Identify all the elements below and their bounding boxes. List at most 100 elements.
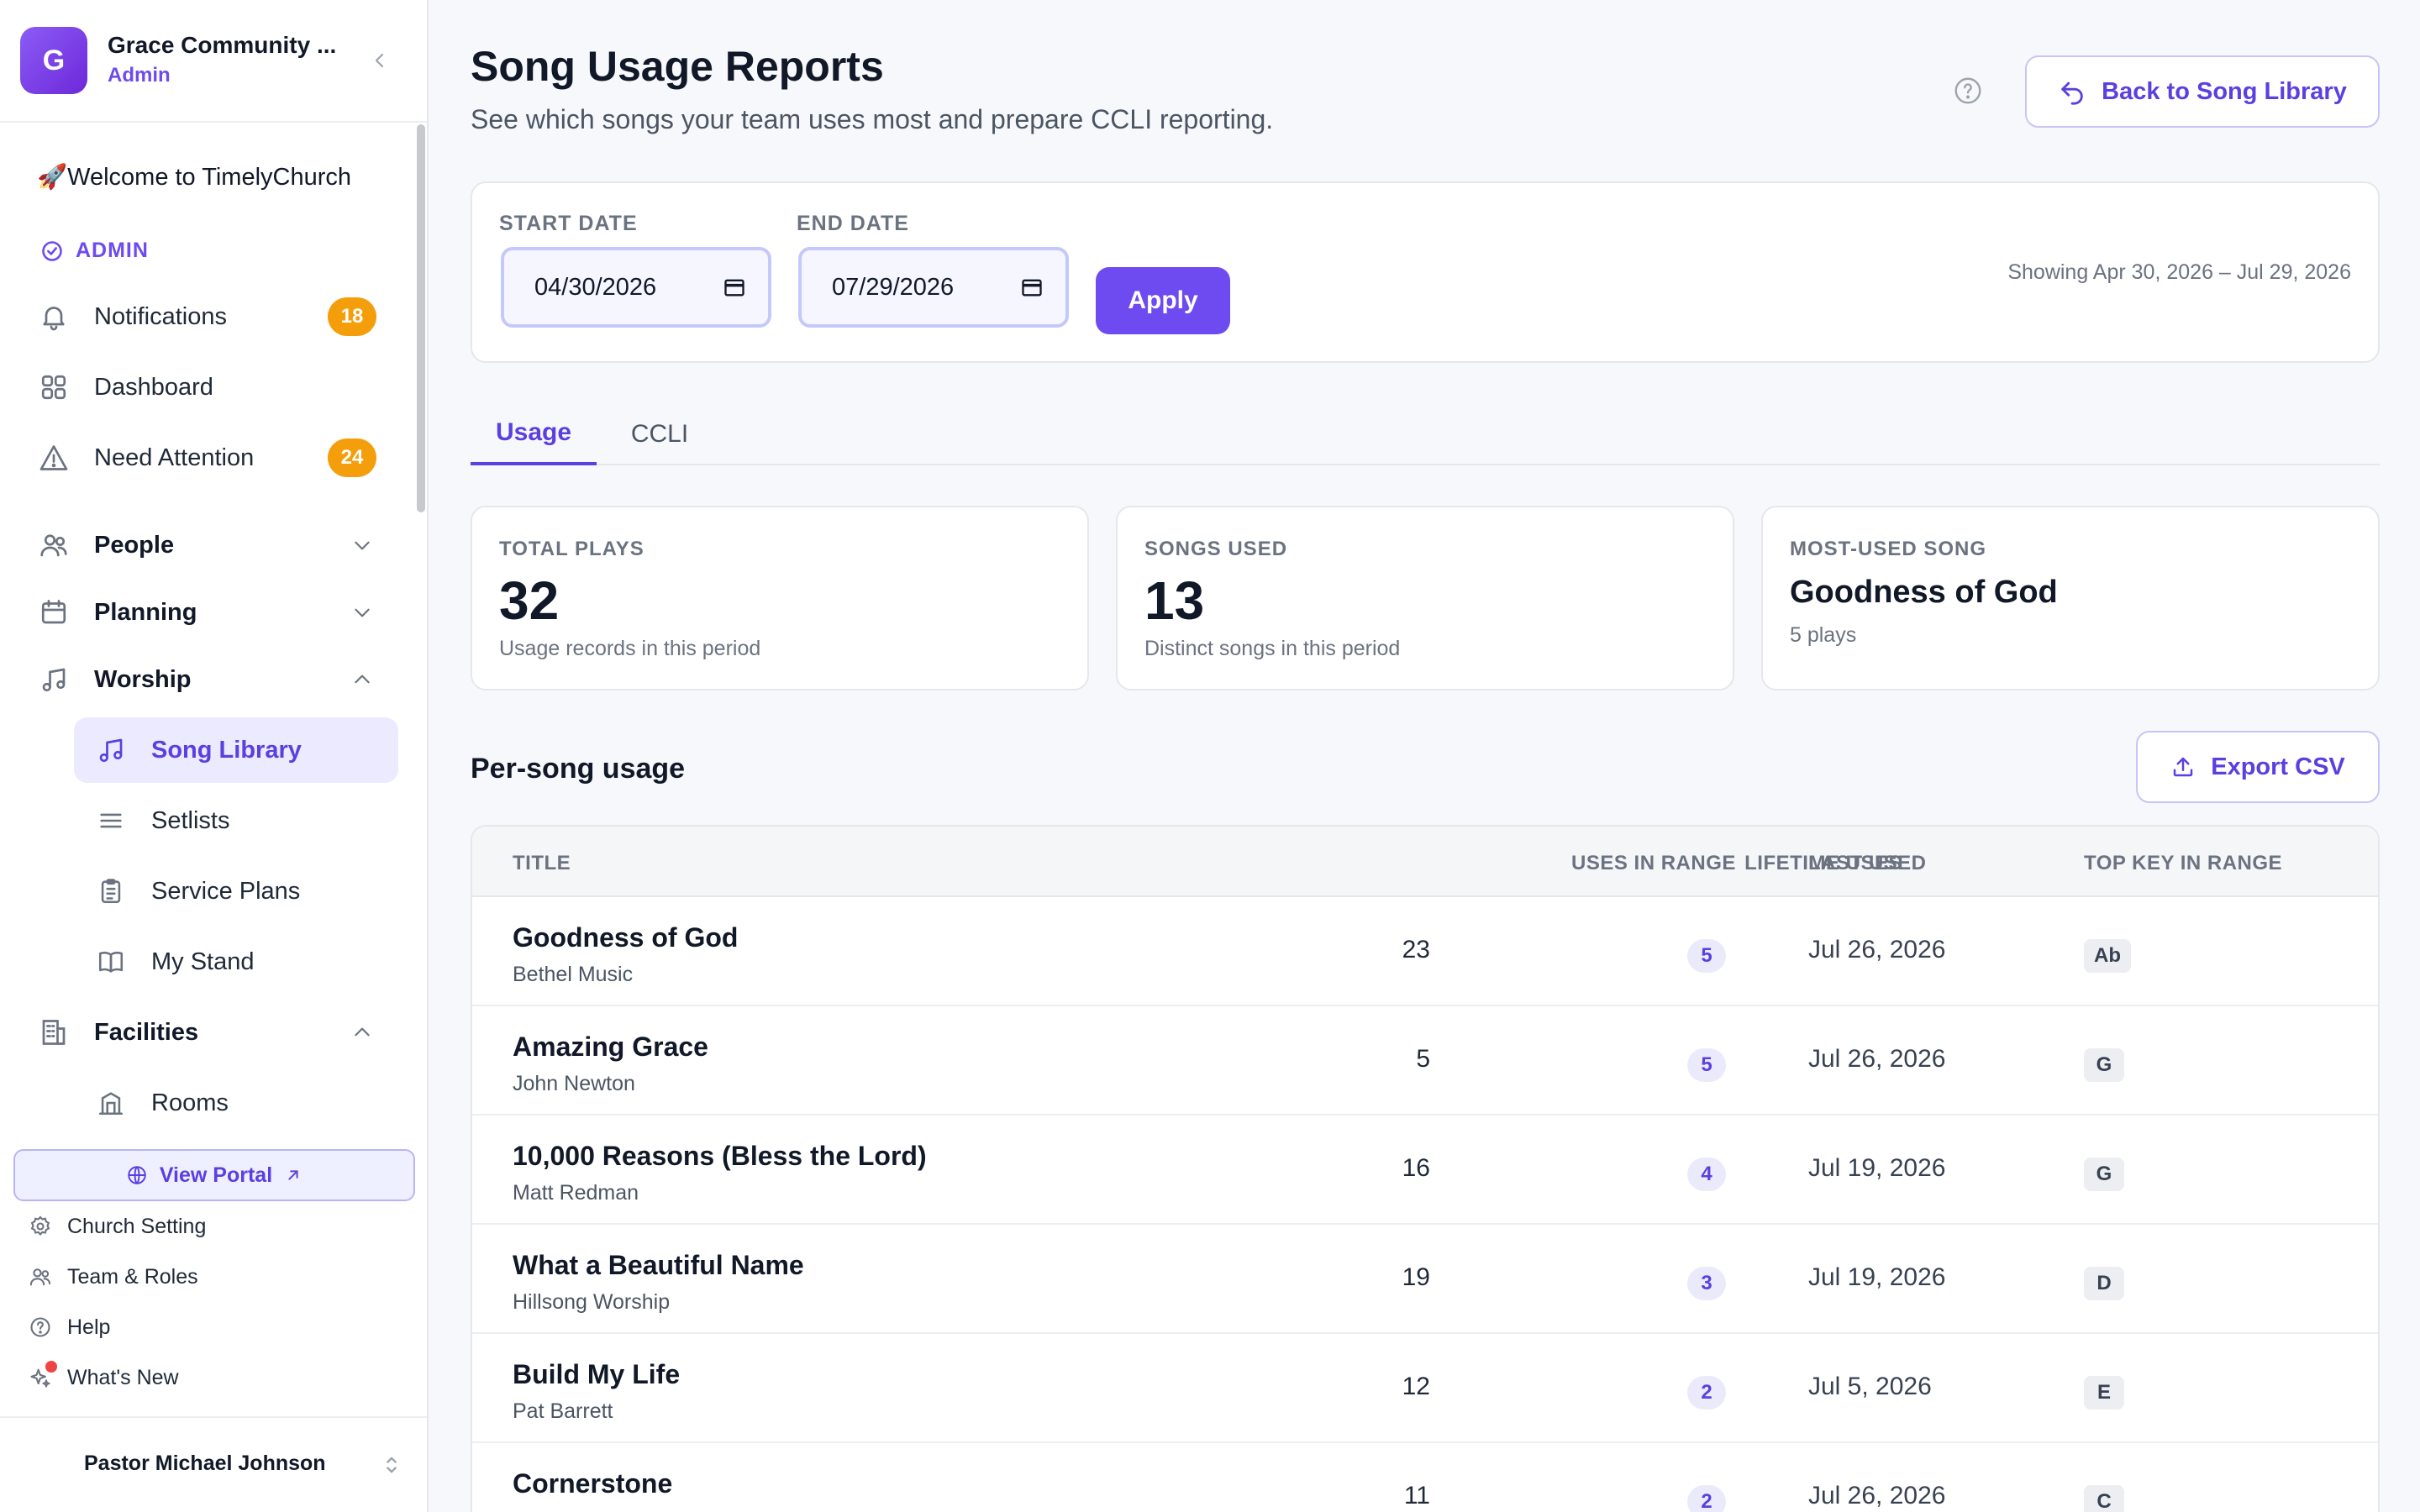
table-row[interactable]: What a Beautiful Name Hillsong Worship 19 3… bbox=[472, 1225, 2378, 1334]
end-date-value: 07/29/2026 bbox=[832, 273, 955, 301]
section-title: Per-song usage bbox=[471, 753, 686, 785]
sidebar-group-worship[interactable]: Worship bbox=[37, 650, 390, 709]
sidebar-item-label: Worship bbox=[94, 665, 192, 693]
column-header-uses-in-range[interactable]: USES IN RANGE bbox=[1571, 852, 1736, 875]
page-subtitle: See which songs your team uses most and … bbox=[471, 104, 1274, 134]
sidebar-item-label: Planning bbox=[94, 598, 197, 626]
help-link[interactable]: Help bbox=[27, 1310, 110, 1344]
sidebar-item-song-library[interactable]: Song Library bbox=[74, 717, 398, 783]
last-used-date: Jul 26, 2026 bbox=[1808, 1482, 1946, 1509]
calendar-icon bbox=[37, 596, 71, 629]
bell-icon bbox=[37, 300, 71, 333]
song-title[interactable]: Goodness of God bbox=[513, 922, 738, 953]
last-used-date: Jul 19, 2026 bbox=[1808, 1263, 1946, 1291]
music-icon bbox=[94, 733, 128, 767]
tab-usage[interactable]: Usage bbox=[471, 403, 597, 465]
uses-in-range-pill: 4 bbox=[1687, 1158, 1726, 1191]
export-csv-label: Export CSV bbox=[2211, 753, 2345, 780]
collapse-sidebar-button[interactable] bbox=[365, 45, 395, 76]
sidebar-item-label: Setlists bbox=[151, 806, 230, 834]
view-portal-button[interactable]: View Portal bbox=[13, 1149, 415, 1201]
lifetime-uses: 16 bbox=[1402, 1154, 1430, 1182]
org-switcher[interactable]: G Grace Community ... Admin bbox=[0, 0, 427, 123]
sidebar-item-notifications[interactable]: Notifications 18 bbox=[37, 287, 390, 346]
column-header-last-used[interactable]: LAST USED bbox=[1808, 852, 1927, 875]
lifetime-uses: 12 bbox=[1402, 1373, 1430, 1400]
sidebar-item-setlists[interactable]: Setlists bbox=[74, 788, 398, 853]
church-setting-link[interactable]: Church Setting bbox=[27, 1210, 206, 1243]
help-label: Help bbox=[67, 1315, 111, 1339]
sidebar-group-planning[interactable]: Planning bbox=[37, 583, 390, 642]
table-row[interactable]: Amazing Grace John Newton 5 5 Jul 26, 2026 G bbox=[472, 1006, 2378, 1116]
sidebar: G Grace Community ... Admin 🚀Welcome to … bbox=[0, 0, 429, 1512]
song-title[interactable]: Cornerstone bbox=[513, 1468, 672, 1499]
table-row[interactable]: Build My Life Pat Barrett 12 2 Jul 5, 2026 E bbox=[472, 1334, 2378, 1443]
sidebar-item-need-attention[interactable]: Need Attention 24 bbox=[37, 428, 390, 487]
sidebar-group-people[interactable]: People bbox=[37, 516, 390, 575]
table-row[interactable]: Cornerstone Hillsong 11 2 Jul 26, 2026 C bbox=[472, 1443, 2378, 1512]
help-button[interactable] bbox=[1953, 76, 1983, 106]
chevron-up-icon bbox=[355, 675, 370, 684]
export-csv-button[interactable]: Export CSV bbox=[2136, 731, 2380, 803]
start-date-value: 04/30/2026 bbox=[534, 273, 657, 301]
question-circle-icon bbox=[1954, 77, 1981, 104]
sidebar-item-rooms[interactable]: Rooms bbox=[74, 1070, 398, 1132]
need-attention-count-badge: 24 bbox=[328, 438, 376, 477]
stat-label: MOST-USED SONG bbox=[1790, 538, 1987, 560]
warning-icon bbox=[37, 441, 71, 475]
sidebar-item-label: Service Plans bbox=[151, 877, 301, 905]
user-name: Pastor Michael Johnson bbox=[84, 1452, 326, 1475]
upload-icon bbox=[2173, 757, 2193, 777]
sidebar-item-dashboard[interactable]: Dashboard bbox=[37, 358, 390, 417]
tab-ccli[interactable]: CCLI bbox=[597, 403, 723, 465]
back-to-song-library-button[interactable]: Back to Song Library bbox=[2025, 55, 2380, 128]
column-header-top-key[interactable]: TOP KEY IN RANGE bbox=[2084, 852, 2282, 875]
last-used-date: Jul 26, 2026 bbox=[1808, 1045, 1946, 1073]
sidebar-item-my-stand[interactable]: My Stand bbox=[74, 929, 398, 995]
chevron-down-icon bbox=[355, 541, 370, 550]
sidebar-item-service-plans[interactable]: Service Plans bbox=[74, 858, 398, 924]
chevron-left-icon bbox=[375, 53, 384, 68]
welcome-link[interactable]: 🚀Welcome to TimelyChurch bbox=[37, 163, 351, 192]
org-name: Grace Community ... bbox=[108, 32, 337, 58]
top-key-pill: G bbox=[2084, 1158, 2124, 1191]
uses-in-range-pill: 3 bbox=[1687, 1267, 1726, 1300]
chevron-up-icon bbox=[355, 1027, 370, 1037]
sidebar-item-label: Need Attention bbox=[94, 444, 255, 471]
start-date-input[interactable]: 04/30/2026 bbox=[501, 247, 771, 328]
sidebar-item-label: Dashboard bbox=[94, 373, 213, 401]
stat-note: Usage records in this period bbox=[499, 637, 761, 660]
uses-in-range-pill: 5 bbox=[1687, 1048, 1726, 1082]
stat-card-most-used-song: MOST-USED SONG Goodness of God 5 plays bbox=[1761, 506, 2380, 690]
back-button-label: Back to Song Library bbox=[2102, 77, 2347, 105]
clipboard-icon bbox=[94, 874, 128, 908]
music-icon bbox=[37, 663, 71, 696]
end-date-input[interactable]: 07/29/2026 bbox=[798, 247, 1069, 328]
column-header-title[interactable]: TITLE bbox=[513, 852, 571, 875]
top-key-pill: C bbox=[2084, 1485, 2124, 1512]
church-setting-label: Church Setting bbox=[67, 1214, 207, 1238]
song-title[interactable]: 10,000 Reasons (Bless the Lord) bbox=[513, 1141, 927, 1172]
uses-in-range-pill: 2 bbox=[1687, 1376, 1726, 1410]
stat-value: 13 bbox=[1144, 570, 1205, 631]
people-icon bbox=[37, 528, 71, 562]
sidebar-scrollbar[interactable] bbox=[417, 124, 425, 512]
table-row[interactable]: 10,000 Reasons (Bless the Lord) Matt Redm… bbox=[472, 1116, 2378, 1225]
song-artist: Hillsong Worship bbox=[513, 1290, 671, 1314]
building-icon bbox=[37, 1016, 71, 1049]
stat-value: 32 bbox=[499, 570, 560, 631]
whats-new-link[interactable]: What's New bbox=[27, 1361, 179, 1394]
report-tabs: Usage CCLI bbox=[471, 403, 2380, 465]
table-row[interactable]: Goodness of God Bethel Music 23 5 Jul 26, 20… bbox=[472, 897, 2378, 1006]
uses-in-range-pill: 5 bbox=[1687, 939, 1726, 973]
lifetime-uses: 19 bbox=[1402, 1263, 1430, 1291]
team-roles-link[interactable]: Team & Roles bbox=[27, 1260, 198, 1294]
song-title[interactable]: Amazing Grace bbox=[513, 1032, 708, 1063]
sidebar-group-facilities[interactable]: Facilities bbox=[37, 1003, 390, 1062]
calendar-icon bbox=[1022, 279, 1042, 297]
song-title[interactable]: What a Beautiful Name bbox=[513, 1250, 804, 1281]
user-menu[interactable]: Pastor Michael Johnson bbox=[0, 1416, 427, 1512]
apply-button[interactable]: Apply bbox=[1096, 267, 1230, 334]
help-icon bbox=[27, 1314, 54, 1341]
song-title[interactable]: Build My Life bbox=[513, 1359, 680, 1390]
